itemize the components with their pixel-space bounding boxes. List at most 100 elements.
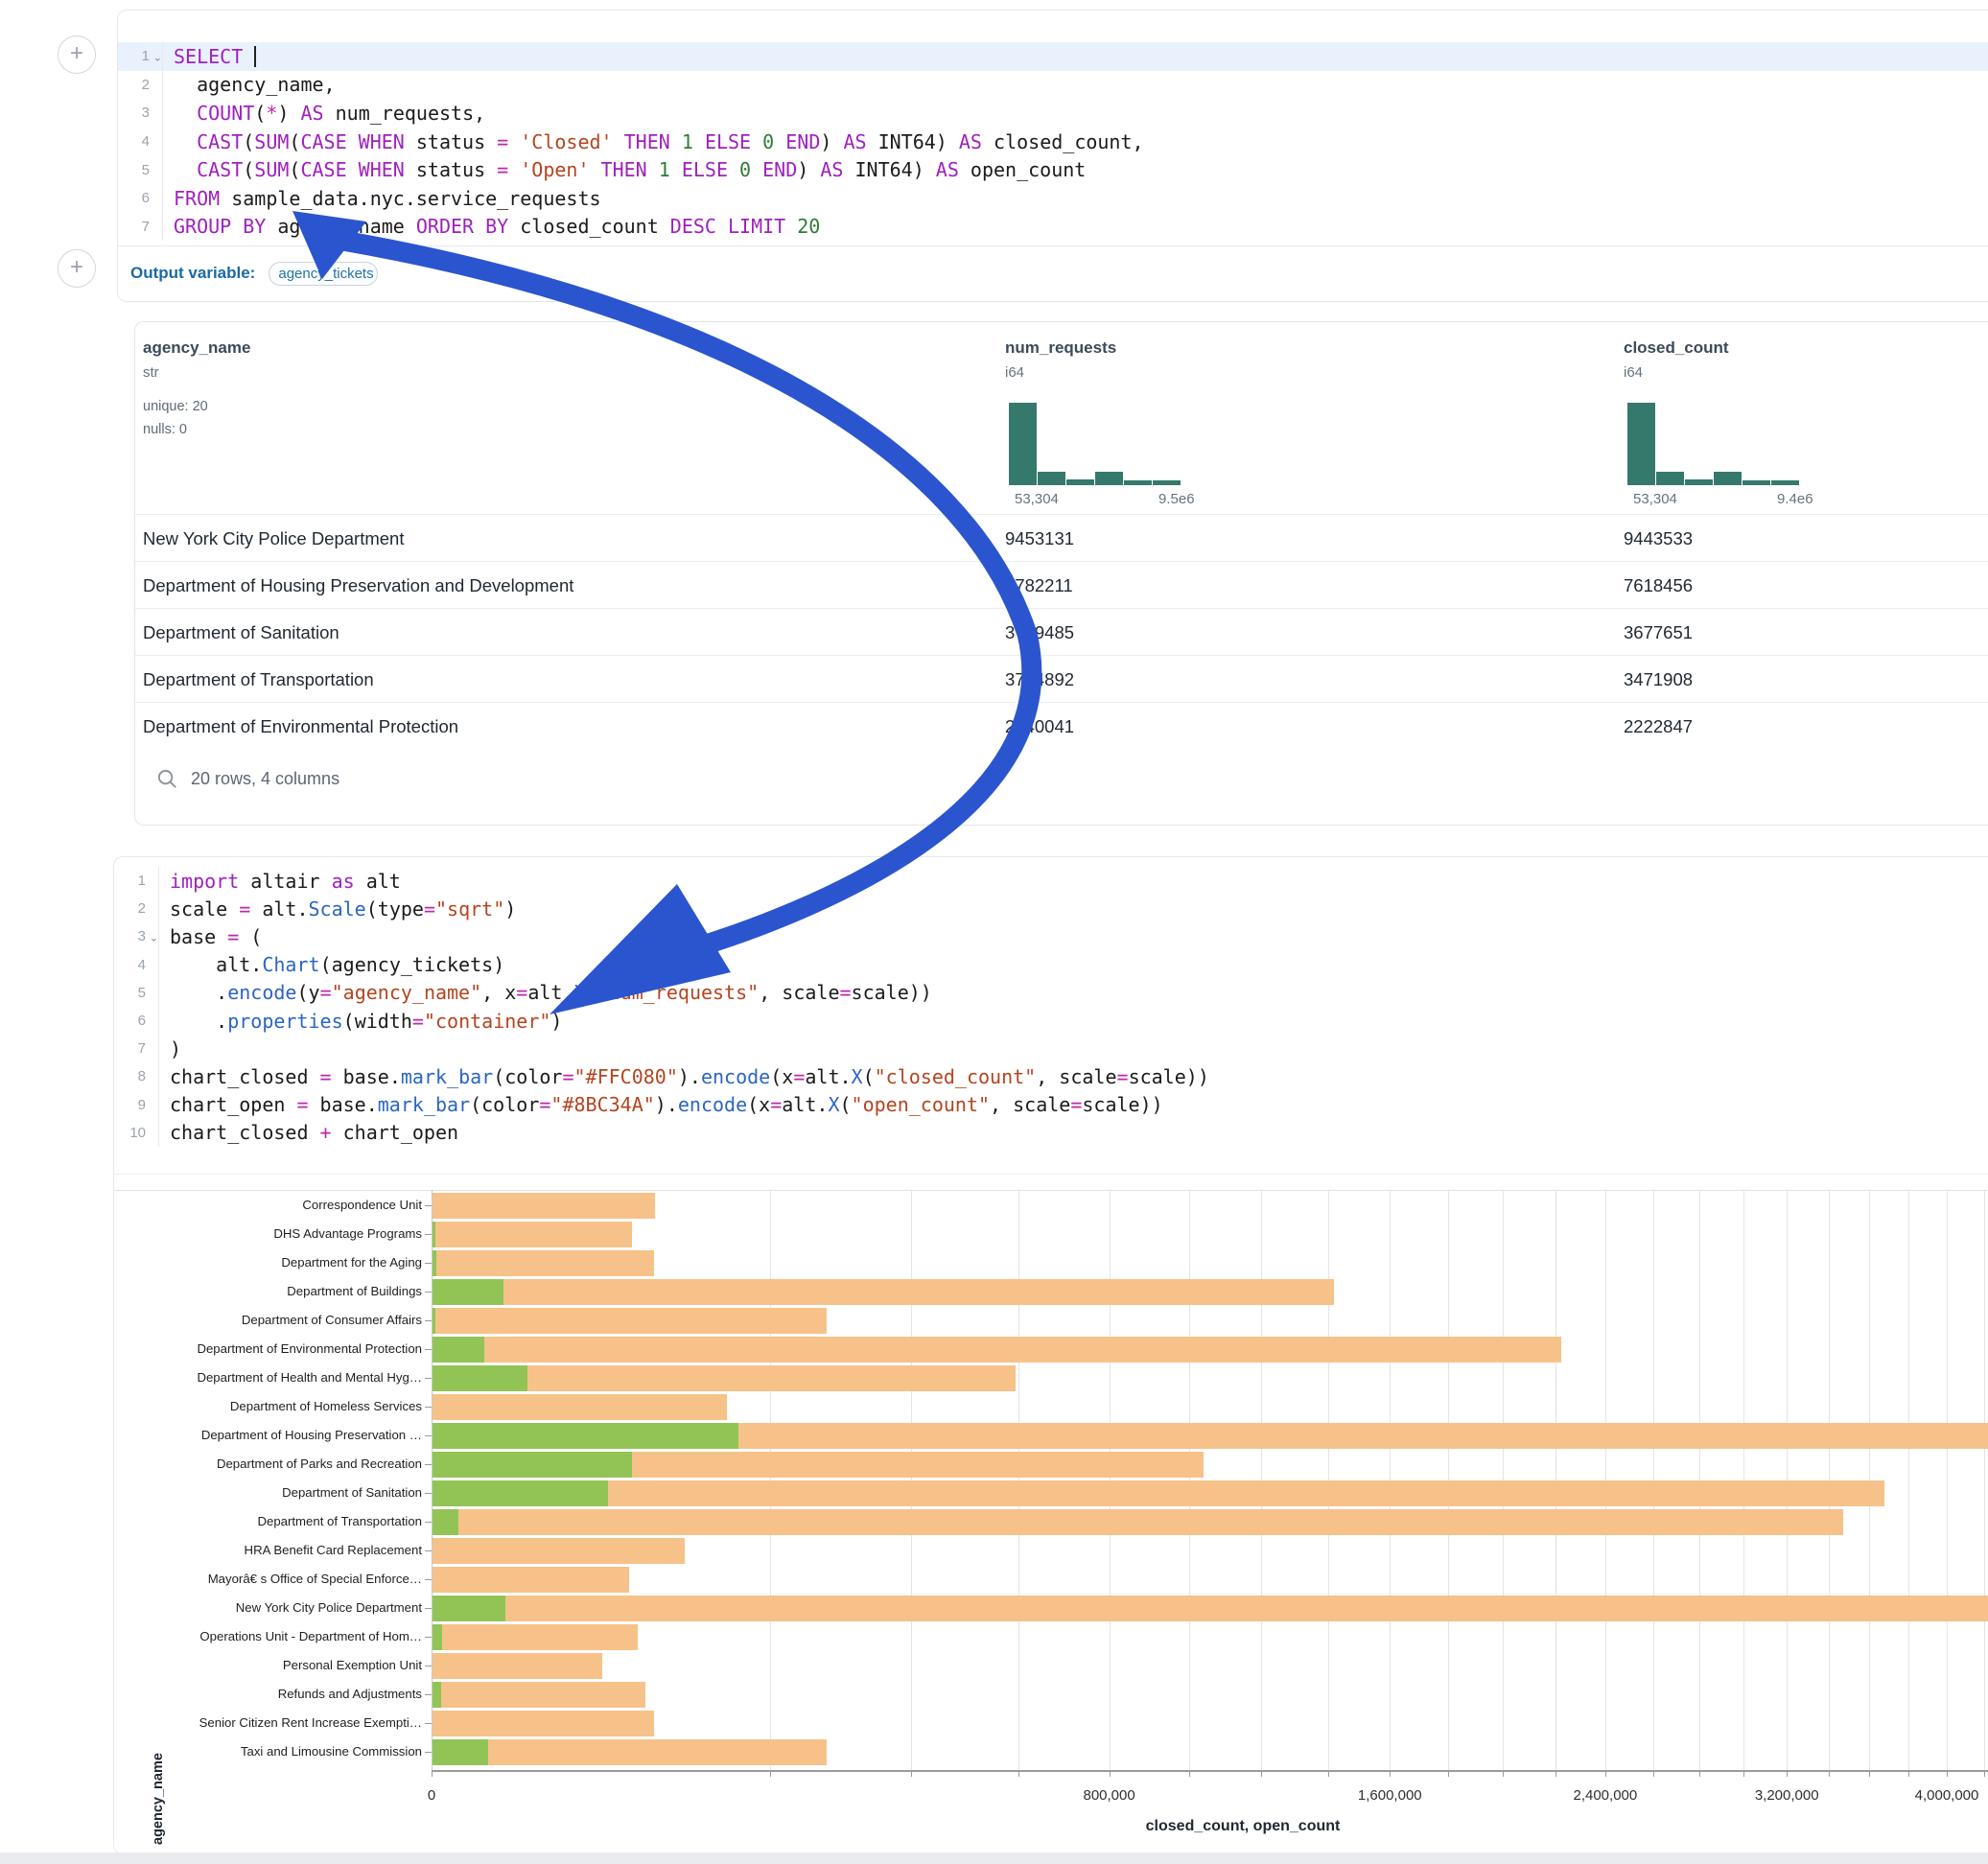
- code-line[interactable]: 6FROM sample_data.nyc.service_requests: [118, 184, 1988, 213]
- code-line[interactable]: 1⌄SELECT: [118, 42, 1988, 71]
- column-dtype: i64: [1624, 364, 1643, 381]
- column-header[interactable]: agency_name: [143, 338, 250, 358]
- bar-closed-count: [432, 1337, 1561, 1363]
- table-row-count: 20 rows, 4 columns: [191, 769, 339, 789]
- bar-open-count: [432, 1480, 608, 1506]
- bar-closed-count: [432, 1653, 602, 1679]
- bar-closed-count: [432, 1624, 638, 1650]
- line-number: 3: [118, 105, 162, 121]
- code-line[interactable]: 10chart_closed + chart_open: [114, 1119, 1988, 1147]
- code-text: chart_closed + chart_open: [158, 1121, 458, 1144]
- column-dtype: i64: [1005, 364, 1024, 381]
- y-axis-label: Department of Buildings: [114, 1284, 422, 1298]
- line-number: 6: [118, 190, 162, 206]
- bar-closed-count: [432, 1279, 1334, 1305]
- histogram-max-label: 9.5e6: [1158, 491, 1195, 507]
- code-text: COUNT(*) AS num_requests,: [162, 102, 485, 125]
- gridline: [1908, 1190, 1909, 1770]
- table-cell: 7618456: [1624, 575, 1693, 596]
- code-text: agency_name,: [162, 73, 336, 96]
- code-text: GROUP BY agency_name ORDER BY closed_cou…: [162, 215, 820, 238]
- line-number: 5: [118, 162, 162, 178]
- y-tick: [425, 1522, 432, 1523]
- bar-open-count: [432, 1624, 442, 1650]
- bar-closed-count: [432, 1308, 827, 1334]
- fold-chevron-icon[interactable]: ⌄: [153, 51, 162, 63]
- bar-closed-count: [432, 1538, 685, 1564]
- x-axis-line: [432, 1770, 1988, 1772]
- y-axis-label: Refunds and Adjustments: [114, 1687, 422, 1701]
- y-tick: [425, 1378, 432, 1379]
- output-variable-row: Output variable: agency_tickets: [118, 246, 1988, 300]
- code-line[interactable]: 3⌄base = (: [114, 922, 1988, 950]
- column-header[interactable]: num_requests: [1005, 338, 1116, 358]
- line-number: 7: [118, 219, 162, 235]
- table-cell: 7782211: [1005, 575, 1073, 596]
- code-line[interactable]: 5 .encode(y="agency_name", x=alt.X("num_…: [114, 979, 1988, 1007]
- code-line[interactable]: 5 CAST(SUM(CASE WHEN status = 'Open' THE…: [118, 155, 1988, 184]
- table-cell: 9453131: [1005, 528, 1074, 549]
- y-tick: [425, 1234, 432, 1235]
- add-cell-button[interactable]: +: [58, 249, 96, 288]
- table-cell: 9443533: [1624, 528, 1693, 549]
- table-cell: Department of Transportation: [143, 669, 374, 690]
- bar-open-count: [432, 1452, 632, 1478]
- x-axis-tick-label: 3,200,000: [1755, 1787, 1819, 1804]
- bar-open-count: [432, 1682, 441, 1708]
- line-number: 9: [114, 1097, 158, 1113]
- output-variable-badge[interactable]: agency_tickets: [269, 262, 378, 286]
- python-editor[interactable]: 1import altair as alt2scale = alt.Scale(…: [114, 867, 1988, 1147]
- code-text: alt.Chart(agency_tickets): [158, 953, 504, 976]
- code-line[interactable]: 4 CAST(SUM(CASE WHEN status = 'Closed' T…: [118, 128, 1988, 156]
- x-axis-title: closed_count, open_count: [1146, 1818, 1341, 1835]
- bar-closed-count: [432, 1711, 654, 1736]
- bar-closed-count: [432, 1739, 827, 1765]
- y-tick: [425, 1579, 432, 1580]
- bar-closed-count: [432, 1250, 654, 1276]
- bar-open-count: [432, 1596, 505, 1621]
- x-axis-tick-label: 800,000: [1083, 1787, 1134, 1804]
- add-cell-button[interactable]: +: [58, 35, 96, 74]
- y-tick: [425, 1320, 432, 1321]
- y-tick: [425, 1205, 432, 1206]
- column-stat: unique: 20: [143, 399, 208, 414]
- x-axis-tick-label: 1,600,000: [1358, 1787, 1422, 1804]
- bar-open-count: [432, 1279, 503, 1305]
- line-number: 2: [114, 900, 158, 917]
- sql-editor[interactable]: 1⌄SELECT 2 agency_name,3 COUNT(*) AS num…: [118, 42, 1988, 241]
- code-line[interactable]: 7): [114, 1035, 1988, 1062]
- y-tick: [425, 1608, 432, 1609]
- y-tick: [425, 1637, 432, 1638]
- code-line[interactable]: 3 COUNT(*) AS num_requests,: [118, 99, 1988, 128]
- python-cell-card: 1import altair as alt2scale = alt.Scale(…: [113, 856, 1988, 1854]
- y-tick: [425, 1550, 432, 1551]
- bar-open-count: [432, 1739, 488, 1765]
- code-line[interactable]: 8chart_closed = base.mark_bar(color="#FF…: [114, 1062, 1988, 1090]
- y-axis-label: Department of Health and Mental Hyg…: [114, 1370, 422, 1385]
- code-text: SELECT: [162, 45, 256, 68]
- gridline: [1947, 1190, 1948, 1770]
- code-text: CAST(SUM(CASE WHEN status = 'Open' THEN …: [162, 158, 1086, 181]
- y-axis-label: HRA Benefit Card Replacement: [114, 1543, 422, 1557]
- y-tick: [425, 1752, 432, 1753]
- text-cursor: [254, 46, 256, 67]
- fold-chevron-icon[interactable]: ⌄: [150, 932, 158, 944]
- code-line[interactable]: 1import altair as alt: [114, 867, 1988, 895]
- line-number: 2: [118, 77, 162, 93]
- y-axis-label: Department of Homeless Services: [114, 1399, 422, 1413]
- code-line[interactable]: 7GROUP BY agency_name ORDER BY closed_co…: [118, 213, 1988, 242]
- bar-closed-count: [432, 1222, 632, 1247]
- y-axis-label: Operations Unit - Department of Hom…: [114, 1629, 422, 1643]
- code-line[interactable]: 2scale = alt.Scale(type="sqrt"): [114, 895, 1988, 922]
- table-footer: 20 rows, 4 columns: [156, 756, 339, 802]
- code-line[interactable]: 9chart_open = base.mark_bar(color="#8BC3…: [114, 1091, 1988, 1119]
- sql-cell-card: 1⌄SELECT 2 agency_name,3 COUNT(*) AS num…: [117, 10, 1988, 302]
- code-text: scale = alt.Scale(type="sqrt"): [158, 897, 516, 920]
- code-line[interactable]: 6 .properties(width="container"): [114, 1007, 1988, 1035]
- code-line[interactable]: 4 alt.Chart(agency_tickets): [114, 951, 1988, 979]
- code-line[interactable]: 2 agency_name,: [118, 71, 1988, 100]
- y-tick: [425, 1723, 432, 1724]
- table-cell: 2222847: [1624, 716, 1693, 737]
- column-header[interactable]: closed_count: [1624, 338, 1729, 358]
- search-icon[interactable]: [156, 768, 178, 790]
